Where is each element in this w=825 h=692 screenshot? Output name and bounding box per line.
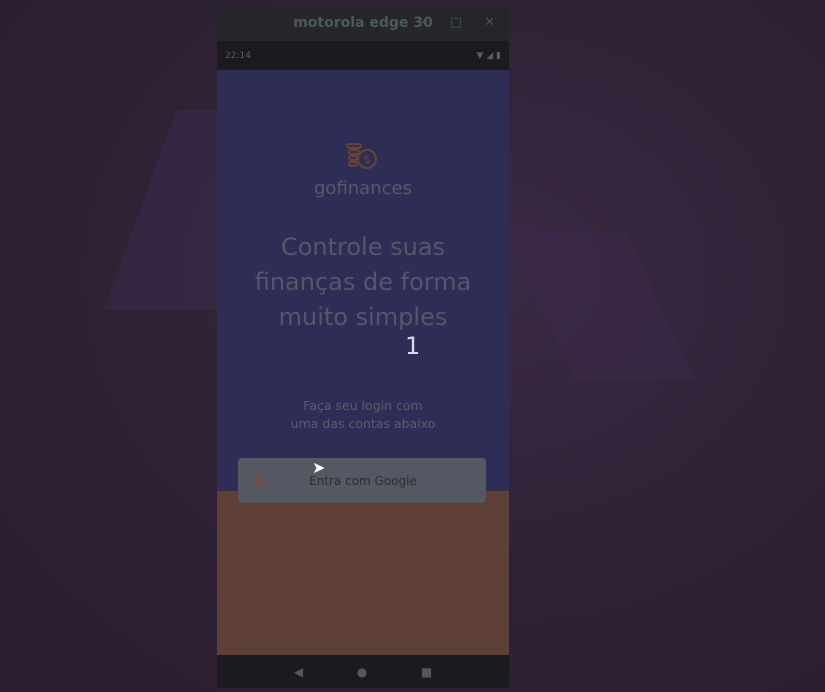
window-title: motorola edge 30 (293, 15, 433, 31)
close-button[interactable]: ✕ (484, 15, 495, 30)
wallpaper-shape (505, 230, 695, 380)
window-titlebar[interactable]: motorola edge 30 – □ ✕ (217, 5, 509, 41)
recents-button[interactable]: ■ (421, 665, 432, 679)
google-icon: G (253, 471, 267, 490)
subtitle-line: uma das contas abaixo (290, 416, 436, 431)
google-login-button[interactable]: G Entra com Google (238, 458, 486, 503)
title-line: Controle suas (280, 233, 446, 261)
maximize-button[interactable]: □ (450, 15, 462, 30)
overlay-number: 1 (405, 332, 421, 360)
wifi-icon: ▼ (476, 50, 484, 61)
status-bar: 22:14 ▼ ◢ ▮ (217, 41, 509, 70)
login-footer (217, 491, 509, 655)
emulator-window: motorola edge 30 – □ ✕ 22:14 ▼ ◢ ▮ $ gof… (217, 5, 509, 688)
status-time: 22:14 (225, 50, 251, 61)
minimize-button[interactable]: – (421, 15, 428, 30)
brand-name: gofinances (314, 178, 412, 199)
back-button[interactable]: ◀ (294, 665, 303, 679)
login-header: $ gofinances Controle suas finanças de f… (217, 70, 509, 503)
android-nav-bar: ◀ ● ■ (217, 655, 509, 688)
svg-text:$: $ (364, 153, 371, 166)
status-icons: ▼ ◢ ▮ (476, 51, 501, 61)
battery-icon: ▮ (496, 50, 501, 61)
page-title: Controle suas finanças de forma muito si… (217, 230, 509, 335)
signal-icon: ◢ (486, 50, 494, 61)
home-button[interactable]: ● (357, 665, 367, 679)
coins-logo-icon: $ (346, 143, 377, 169)
title-line: finanças de forma (254, 268, 472, 296)
mouse-cursor-icon: ➤ (312, 458, 326, 477)
google-login-label: Entra com Google (309, 473, 417, 488)
subtitle-line: Faça seu login com (303, 398, 423, 413)
login-subtitle: Faça seu login com uma das contas abaixo (217, 397, 509, 433)
title-line: muito simples (278, 303, 448, 331)
app-screen: $ gofinances Controle suas finanças de f… (217, 70, 509, 655)
